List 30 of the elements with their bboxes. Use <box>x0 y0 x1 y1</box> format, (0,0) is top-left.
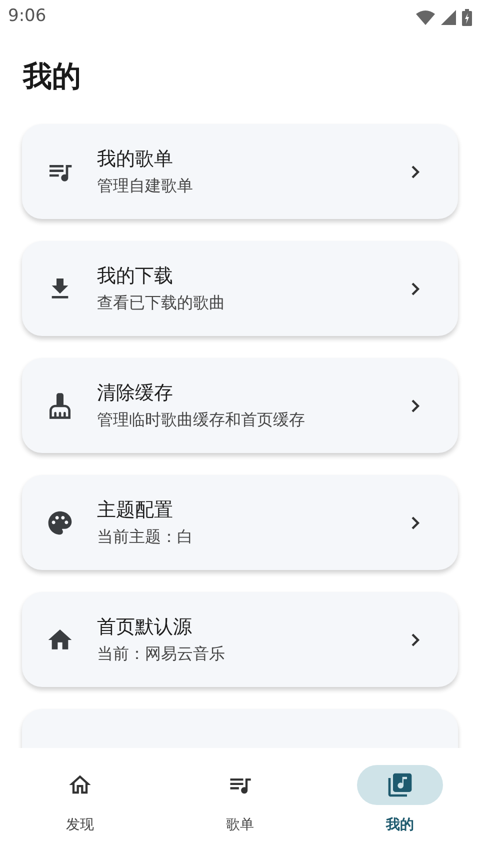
settings-card[interactable]: 清除缓存 管理临时歌曲缓存和首页缓存 <box>22 358 458 453</box>
status-time: 9:06 <box>8 5 46 28</box>
settings-card[interactable]: 主题配置 当前主题：白 <box>22 475 458 570</box>
signal-icon <box>441 10 456 24</box>
chevron-icon <box>411 398 420 412</box>
settings-card[interactable]: 首页默认源 当前：网易云音乐 <box>22 592 458 687</box>
chevron-icon <box>411 282 420 296</box>
nav-tab[interactable]: 发现 <box>0 765 160 836</box>
card-subtitle: 管理自建歌单 <box>97 175 194 197</box>
settings-card[interactable]: 我的下载 查看已下载的歌曲 <box>22 241 458 336</box>
page-title: 我的 <box>23 58 82 95</box>
nav-tab[interactable]: 歌单 <box>160 765 320 836</box>
chevron-icon <box>411 164 420 178</box>
card-title: 我的歌单 <box>97 147 174 172</box>
battery-icon <box>462 8 472 26</box>
chevron-icon <box>411 632 420 646</box>
chevron-icon <box>411 516 420 530</box>
card-subtitle: 当前主题：白 <box>97 526 194 548</box>
card-title: 首页默认源 <box>97 615 193 640</box>
card-subtitle: 当前：网易云音乐 <box>97 643 226 665</box>
card-title: 我的下载 <box>97 264 174 289</box>
nav-tab[interactable]: 我的 <box>320 765 480 836</box>
card-title: 清除缓存 <box>97 381 174 406</box>
card-subtitle: 查看已下载的歌曲 <box>97 292 226 314</box>
card-subtitle: 管理临时歌曲缓存和首页缓存 <box>97 409 306 431</box>
wifi-icon <box>416 10 435 24</box>
settings-card[interactable]: 我的歌单 管理自建歌单 <box>22 124 458 219</box>
palette-icon <box>46 508 74 536</box>
music-library-icon <box>386 771 414 799</box>
card-title: 主题配置 <box>97 498 174 523</box>
